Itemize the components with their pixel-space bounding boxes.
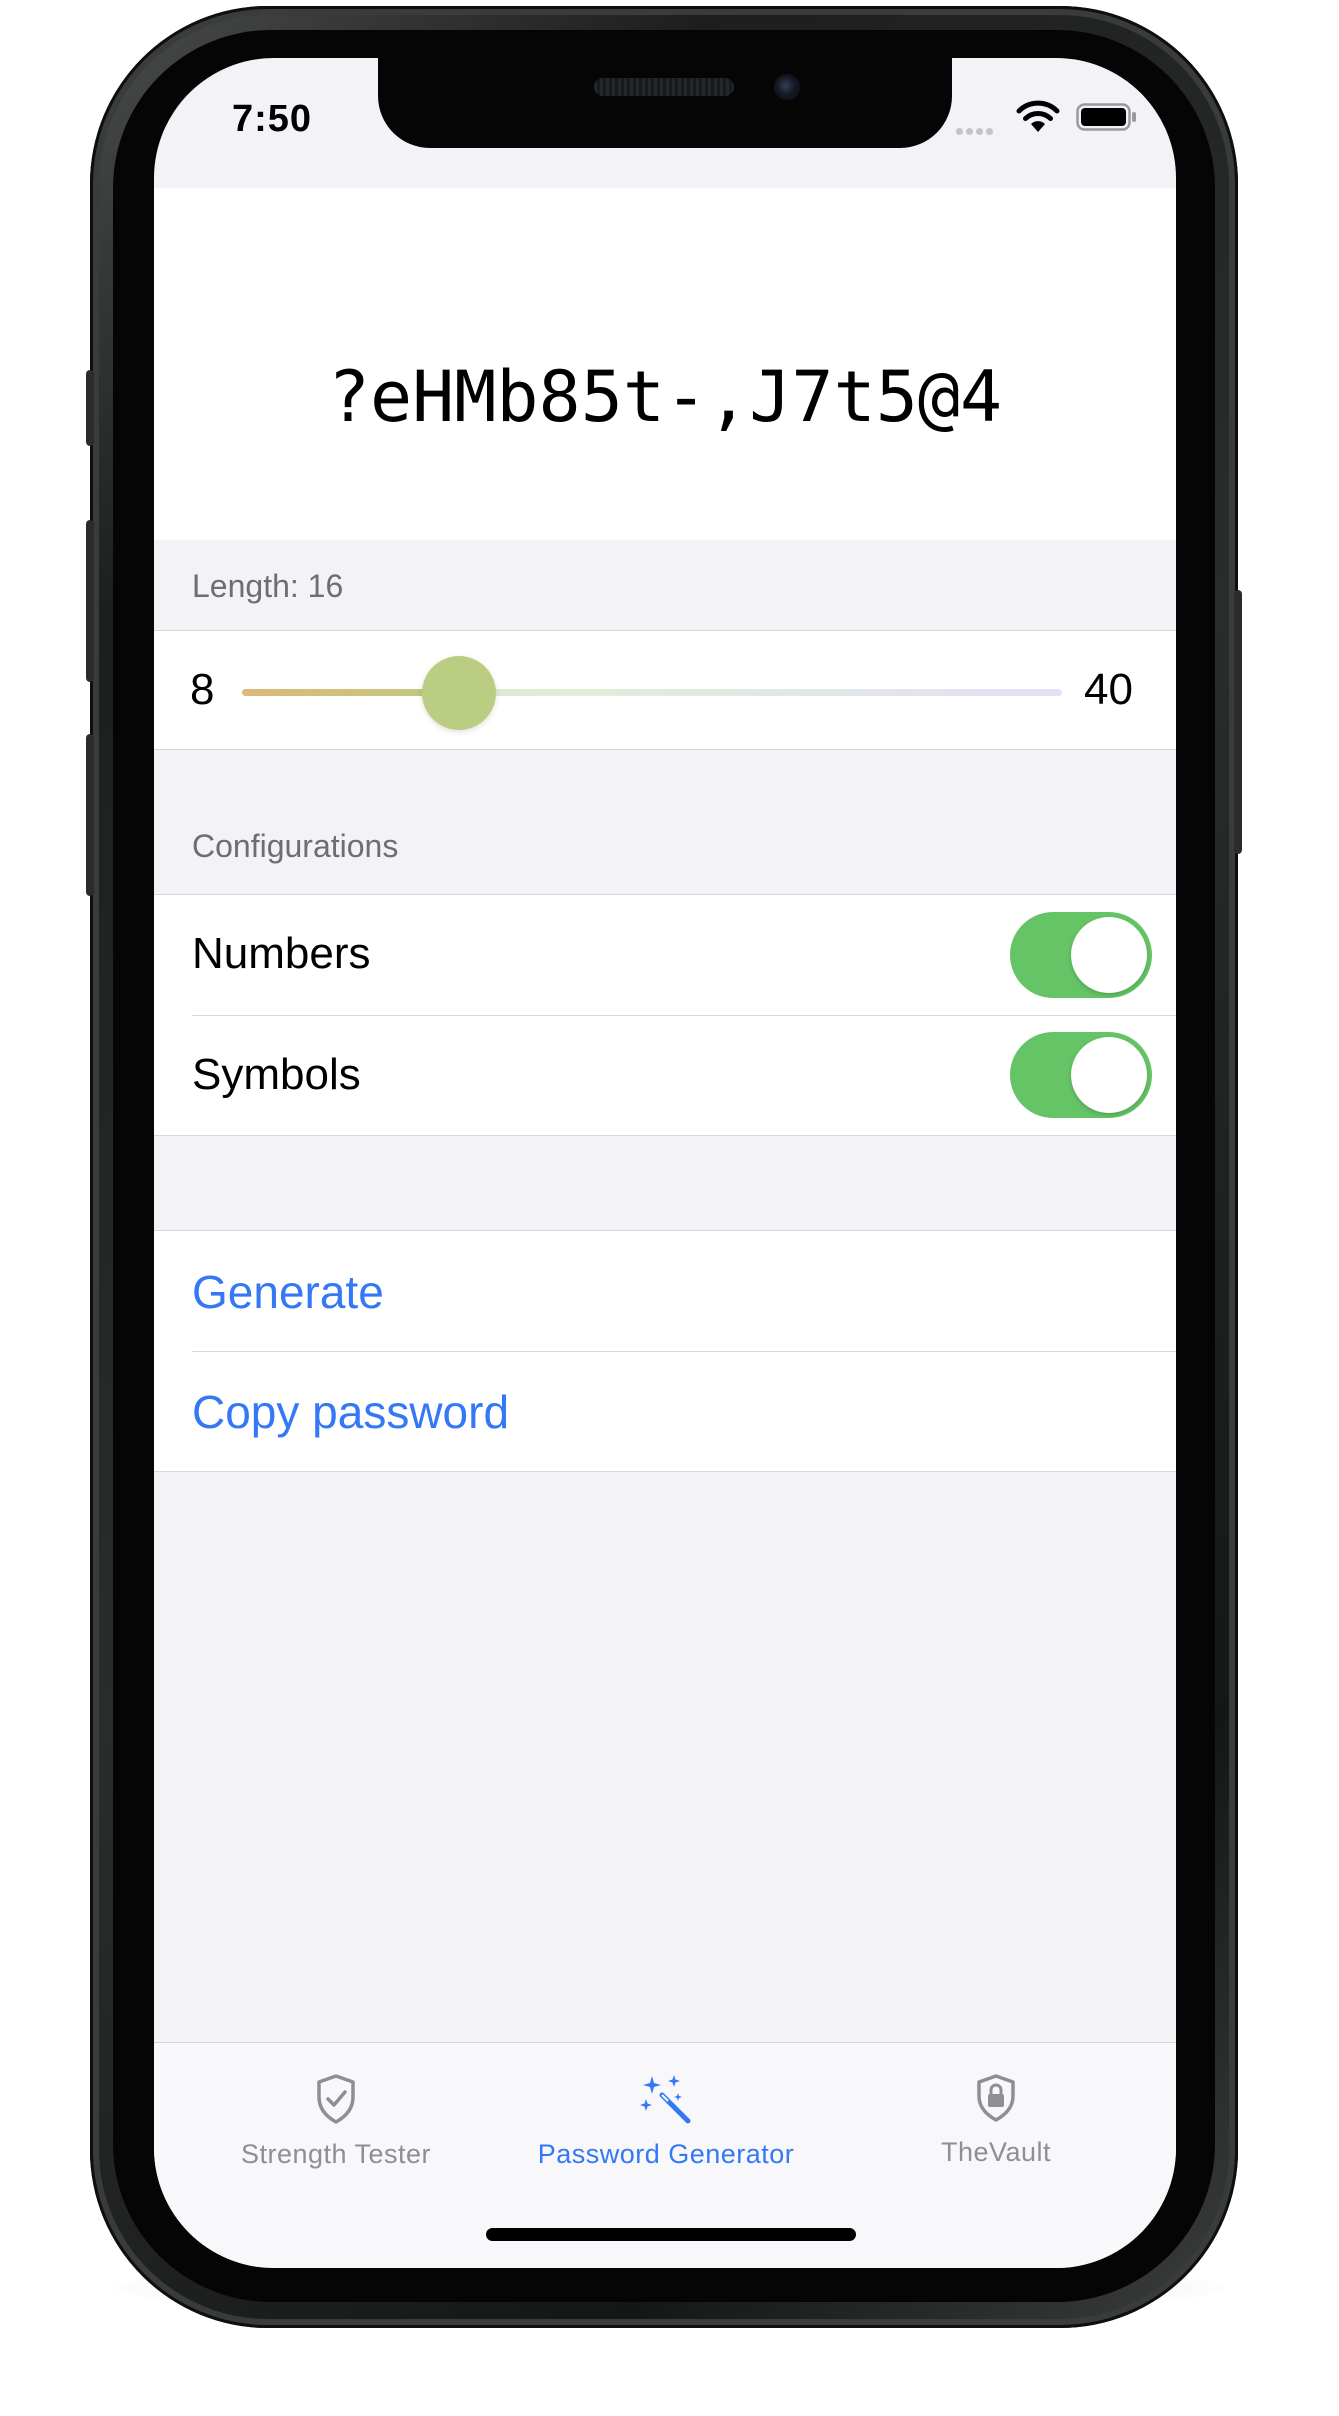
status-bar: 7:50 (154, 58, 1176, 188)
tab-password-generator[interactable]: Password Generator (496, 2073, 836, 2170)
toggle-knob (1071, 917, 1147, 993)
actions-group: Generate Copy password (154, 1230, 1176, 1472)
shield-lock-icon (977, 2074, 1015, 2122)
config-label-symbols: Symbols (192, 1050, 361, 1099)
symbols-toggle[interactable] (1010, 1032, 1152, 1118)
tab-strength-tester[interactable]: Strength Tester (166, 2073, 506, 2170)
status-time: 7:50 (232, 98, 313, 140)
generate-button[interactable]: Generate (154, 1231, 1176, 1351)
tab-thevault[interactable]: TheVault (826, 2073, 1166, 2168)
tab-label-password-generator: Password Generator (537, 2139, 795, 2169)
length-slider-cell: 8 40 (154, 630, 1176, 750)
volume-down-button (86, 734, 94, 896)
copy-password-button[interactable]: Copy password (154, 1352, 1176, 1472)
power-button (1234, 590, 1242, 854)
slider-min-label: 8 (190, 665, 215, 714)
password-display-area: ?eHMb85t-,J7t5@4 (154, 188, 1176, 540)
cellular-signal-icon (956, 122, 996, 140)
numbers-toggle[interactable] (1010, 912, 1152, 998)
tab-label-strength-tester: Strength Tester (240, 2139, 432, 2169)
front-camera (774, 74, 800, 100)
notch (378, 58, 952, 148)
generated-password: ?eHMb85t-,J7t5@4 (327, 356, 1003, 438)
length-slider-thumb[interactable] (422, 656, 496, 730)
config-row-symbols[interactable]: Symbols (154, 1016, 1176, 1136)
config-label-numbers: Numbers (192, 929, 371, 978)
configurations-group: Numbers Symbols (154, 894, 1176, 1136)
length-section-header: Length: 16 (192, 568, 344, 604)
config-row-numbers[interactable]: Numbers (154, 895, 1176, 1015)
silent-switch (86, 370, 94, 446)
copy-password-label: Copy password (192, 1386, 510, 1438)
slider-max-label: 40 (1084, 665, 1133, 714)
battery-icon (1076, 103, 1136, 131)
volume-up-button (86, 520, 94, 682)
earpiece-speaker (594, 78, 734, 96)
generate-label: Generate (192, 1266, 384, 1318)
tab-label-thevault: TheVault (940, 2137, 1052, 2167)
home-indicator[interactable] (486, 2228, 856, 2241)
toggle-knob (1071, 1037, 1147, 1113)
configurations-section-header: Configurations (192, 828, 399, 864)
wifi-icon (1016, 100, 1060, 132)
shield-check-icon (317, 2074, 355, 2124)
app-screen: ?eHMb85t-,J7t5@4 7:50 Length: 16 8 40 Co… (154, 58, 1176, 2268)
magic-wand-icon (640, 2075, 691, 2124)
